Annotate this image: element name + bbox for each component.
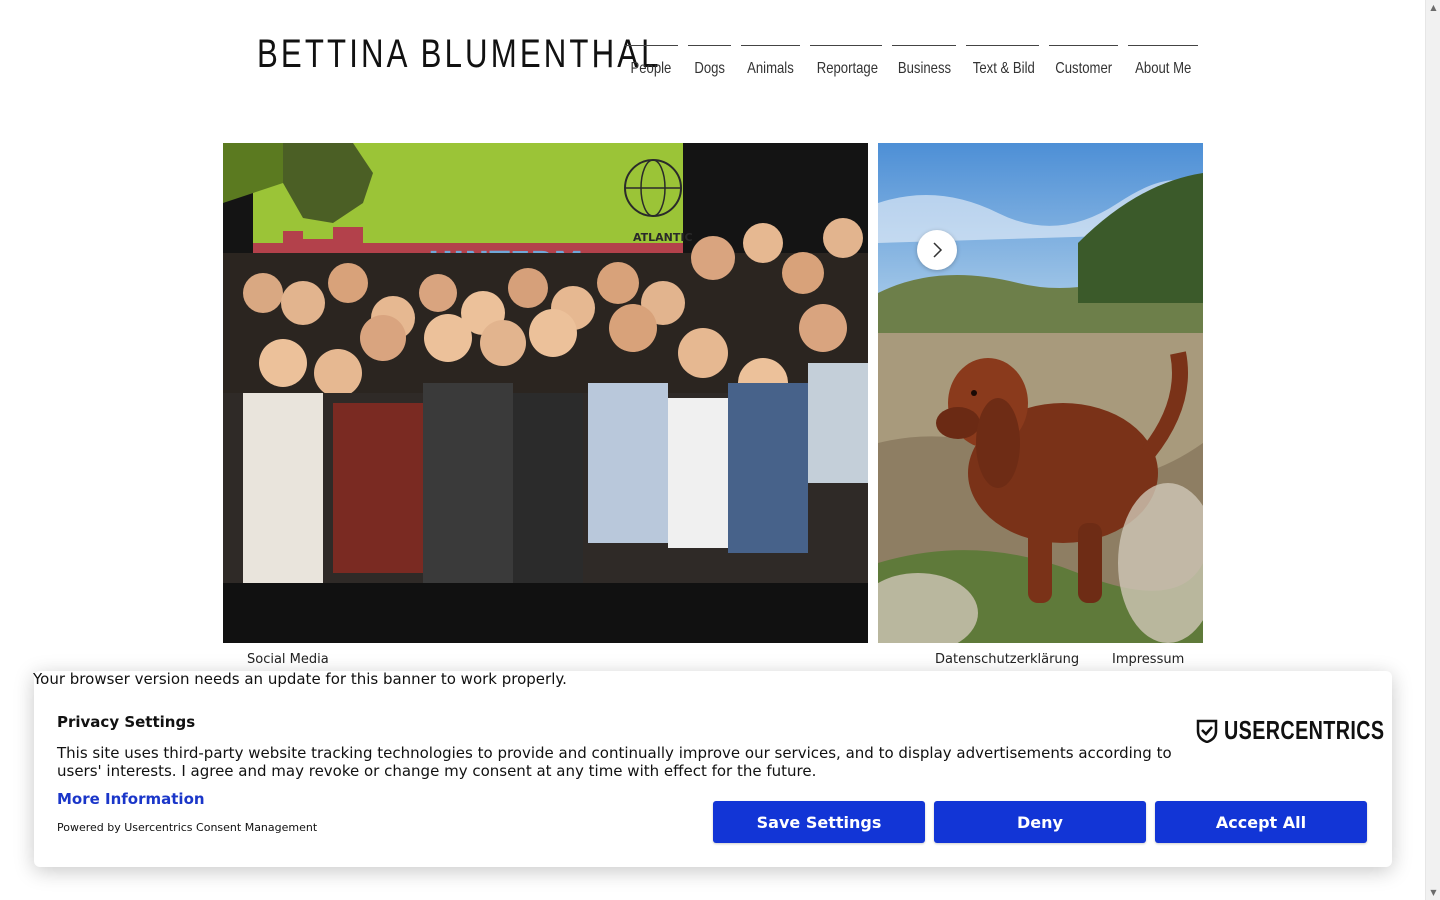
scroll-down-arrow-icon[interactable]: ▼ [1426,885,1440,900]
scroll-up-arrow-icon[interactable]: ▲ [1426,0,1440,15]
site-title[interactable]: BETTINA BLUMENTHAL [257,32,662,77]
nav-item-people[interactable]: People [624,45,678,85]
nav-label: Business [897,60,952,77]
usercentrics-logo: USERCENTRICS [1196,715,1435,746]
nav-label: Animals [747,60,794,77]
nav-label: Text & Bild [972,60,1035,77]
powered-by-text: Powered by Usercentrics Consent Manageme… [57,821,318,834]
chevron-right-icon [933,242,943,258]
footer-privacy-link[interactable]: Datenschutzerklärung [935,652,1079,667]
nav-item-reportage[interactable]: Reportage [810,45,882,85]
footer-imprint-link[interactable]: Impressum [1112,652,1184,667]
slide-dog-photo[interactable] [878,143,1203,643]
privacy-settings-title: Privacy Settings [57,713,196,731]
save-settings-button[interactable]: Save Settings [713,801,925,843]
nav-label: Customer [1055,60,1113,77]
nav-item-business[interactable]: Business [892,45,956,85]
shield-check-icon [1196,719,1218,743]
privacy-description: This site uses third-party website track… [57,744,1172,780]
sign-text: ATLANTIC [633,231,693,244]
more-information-link[interactable]: More Information [57,790,205,808]
nav-label: Reportage [816,60,878,77]
browser-update-message: Your browser version needs an update for… [33,670,567,688]
nav-label: Dogs [694,60,725,77]
nav-item-dogs[interactable]: Dogs [688,45,731,85]
usercentrics-logo-text: USERCENTRICS [1224,715,1385,745]
group-photo-image: HINTERM ATLANTIC [223,143,868,643]
nav-item-animals[interactable]: Animals [741,45,800,85]
accept-all-button[interactable]: Accept All [1155,801,1367,843]
deny-button[interactable]: Deny [934,801,1146,843]
nav-label: About Me [1134,60,1192,77]
nav-item-text-bild[interactable]: Text & Bild [966,45,1039,85]
page-scrollbar[interactable]: ▲ ▼ [1425,0,1440,900]
slide-group-photo[interactable]: HINTERM ATLANTIC [223,143,868,643]
dog-photo-image [878,143,1203,643]
image-slider[interactable]: HINTERM ATLANTIC [223,143,1203,643]
nav-item-customer[interactable]: Customer [1049,45,1118,85]
privacy-consent-banner: Privacy Settings This site uses third-pa… [34,671,1392,867]
nav-item-about-me[interactable]: About Me [1128,45,1198,85]
footer-social-media-link[interactable]: Social Media [247,652,329,667]
slider-next-button[interactable] [917,230,957,270]
nav-label: People [630,60,672,77]
